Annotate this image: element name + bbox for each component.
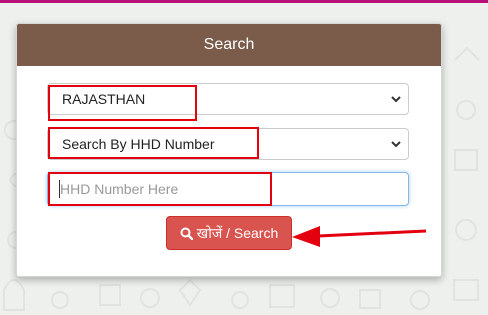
search-button[interactable]: खोजें / Search <box>166 216 292 250</box>
search-icon <box>180 227 193 241</box>
search-type-select-value: Search By HHD Number <box>62 136 215 152</box>
search-button-label: खोजें / Search <box>196 225 279 241</box>
search-panel: Search RAJASTHAN Search By HHD Number खो… <box>16 23 442 277</box>
hhd-number-field[interactable] <box>47 172 409 206</box>
search-type-select[interactable]: Search By HHD Number <box>47 128 409 160</box>
chevron-down-icon <box>391 96 401 103</box>
panel-title: Search <box>17 24 441 66</box>
state-select[interactable]: RAJASTHAN <box>47 83 409 115</box>
state-select-value: RAJASTHAN <box>62 91 146 107</box>
hhd-number-input[interactable] <box>58 173 402 205</box>
chevron-down-icon <box>391 141 401 148</box>
text-cursor <box>59 180 60 198</box>
